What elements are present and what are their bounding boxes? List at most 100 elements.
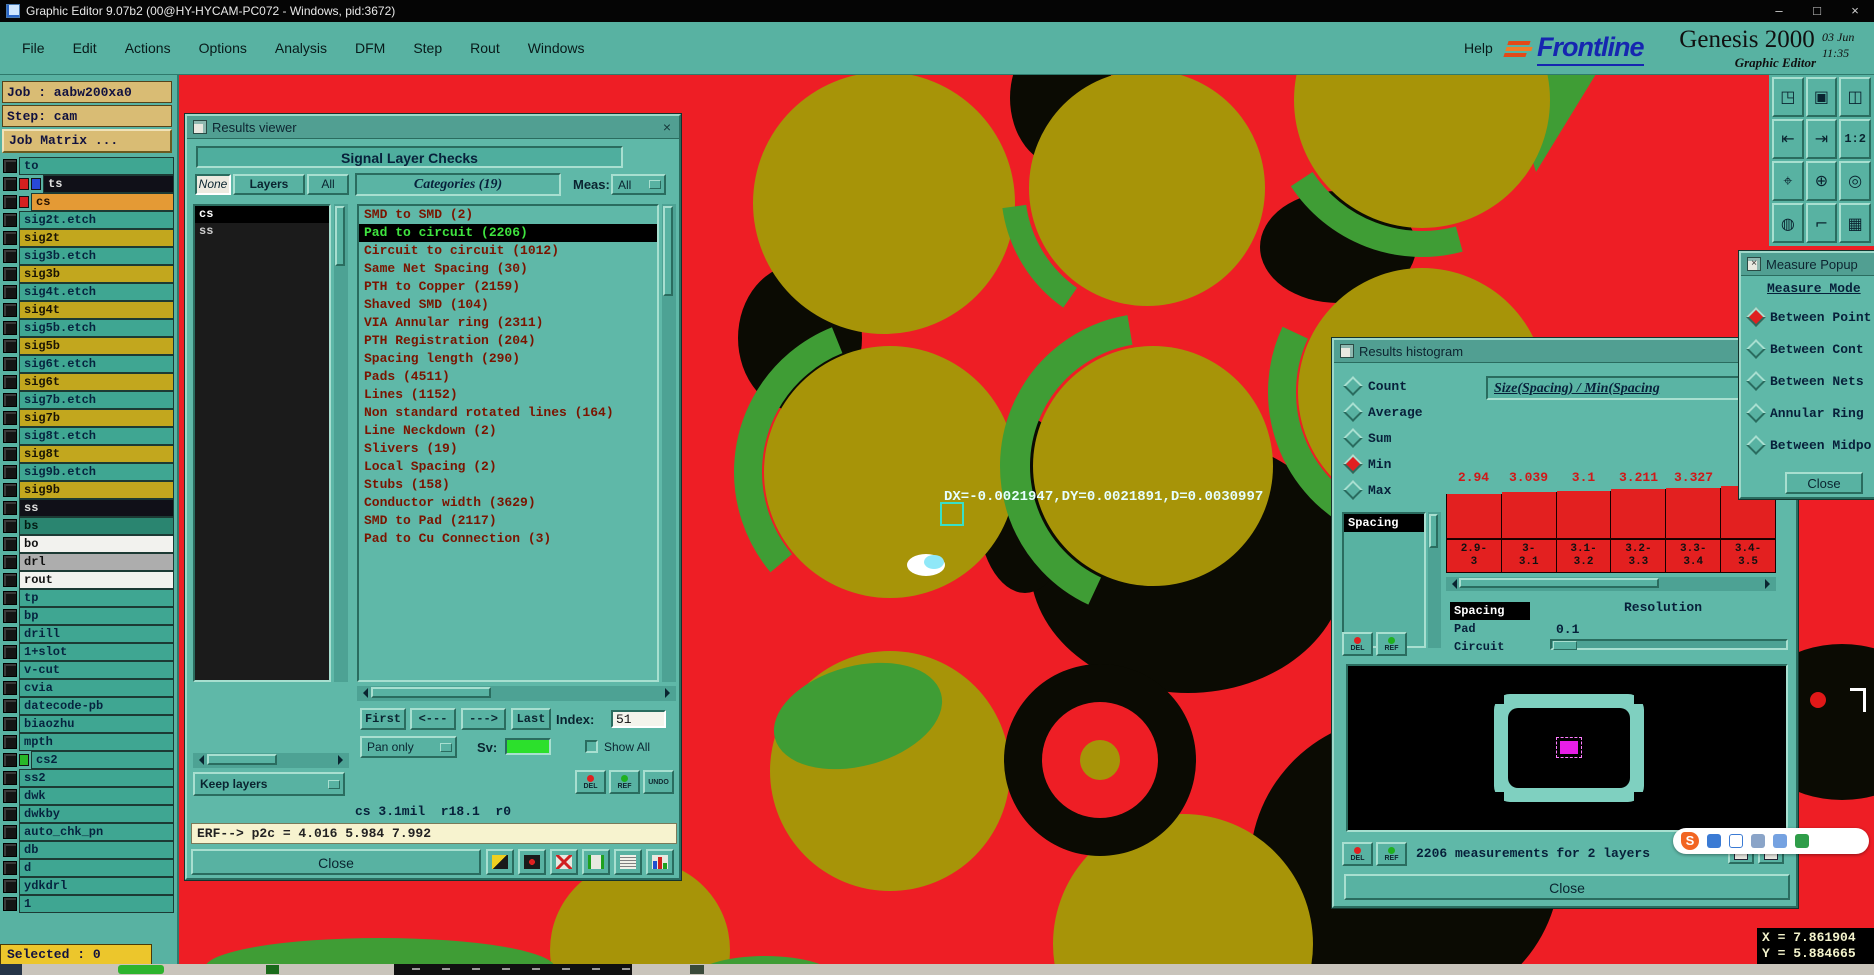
stat-option-max[interactable]: Max (1343, 480, 1391, 500)
layer-checkbox-icon[interactable] (3, 393, 17, 407)
viewer-layer-item[interactable]: ss (195, 223, 329, 240)
center-view-icon[interactable]: ⌖ (1772, 160, 1804, 202)
step-label[interactable]: Step: cam (2, 105, 172, 127)
category-item[interactable]: SMD to Pad (2117) (359, 512, 657, 530)
layer-row[interactable]: 1+slot (0, 643, 177, 661)
measure-type-item[interactable]: Spacing (1450, 602, 1530, 620)
layer-row[interactable]: 1 (0, 895, 177, 913)
layer-row[interactable]: ydkdrl (0, 877, 177, 895)
menu-actions[interactable]: Actions (111, 22, 185, 74)
layer-row[interactable]: datecode-pb (0, 697, 177, 715)
layer-row[interactable]: sig5b (0, 337, 177, 355)
menu-step[interactable]: Step (399, 22, 456, 74)
layer-checkbox-icon[interactable] (3, 159, 17, 173)
histogram-ref-button[interactable]: REF (1376, 632, 1407, 656)
category-item[interactable]: Conductor width (3629) (359, 494, 657, 512)
layer-row[interactable]: sig6t (0, 373, 177, 391)
histogram-del-button[interactable]: DEL (1342, 842, 1373, 866)
job-matrix-button[interactable]: Job Matrix ... (2, 129, 172, 153)
highlight-result-button[interactable] (518, 849, 546, 875)
taskbar[interactable] (0, 964, 1874, 975)
color-grid-icon[interactable]: ▦ (1839, 203, 1871, 243)
layer-row[interactable]: sig7b.etch (0, 391, 177, 409)
menu-file[interactable]: File (8, 22, 59, 74)
keep-layers-dropdown[interactable]: Keep layers (193, 772, 345, 796)
filter-all-button[interactable]: All (307, 174, 349, 195)
layer-checkbox-icon[interactable] (3, 699, 17, 713)
layer-checkbox-icon[interactable] (3, 807, 17, 821)
close-button[interactable]: × (1836, 0, 1874, 22)
display-mode-icon[interactable]: ◍ (1772, 203, 1804, 243)
measure-type-item[interactable]: Circuit (1450, 638, 1530, 656)
category-item[interactable]: PTH Registration (204) (359, 332, 657, 350)
split-view-icon[interactable]: ◫ (1839, 77, 1871, 117)
fit-window-icon[interactable]: ◳ (1772, 77, 1804, 117)
category-item[interactable]: Spacing length (290) (359, 350, 657, 368)
layer-row[interactable]: db (0, 841, 177, 859)
histogram-button[interactable] (646, 849, 674, 875)
category-scrollbar[interactable] (662, 204, 676, 682)
layer-row[interactable]: ts (0, 175, 177, 193)
pan-right-icon[interactable]: ⇥ (1805, 118, 1838, 159)
measure-mode-option[interactable]: Between Midpo (1746, 435, 1871, 455)
category-item[interactable]: Pads (4511) (359, 368, 657, 386)
layer-checkbox-icon[interactable] (3, 609, 17, 623)
layer-row[interactable]: sig8t (0, 445, 177, 463)
menu-analysis[interactable]: Analysis (261, 22, 341, 74)
slider-thumb[interactable] (1553, 641, 1577, 650)
layer-checkbox-icon[interactable] (3, 519, 17, 533)
menu-dfm[interactable]: DFM (341, 22, 399, 74)
measure-popup-titlebar[interactable]: × Measure Popup (1741, 253, 1874, 276)
category-item[interactable]: Same Net Spacing (30) (359, 260, 657, 278)
stat-option-count[interactable]: Count (1343, 376, 1407, 396)
screen-icon[interactable]: ▣ (1805, 77, 1838, 117)
category-item[interactable]: Slivers (19) (359, 440, 657, 458)
category-item[interactable]: SMD to SMD (2) (359, 206, 657, 224)
prev-button[interactable]: <--- (410, 708, 456, 730)
key-icon[interactable]: ⌐ (1805, 203, 1838, 243)
measure-mode-option[interactable]: Annular Ring (1746, 403, 1864, 423)
layer-row[interactable]: cvia (0, 679, 177, 697)
layer-checkbox-icon[interactable] (3, 357, 17, 371)
next-button[interactable]: ---> (461, 708, 506, 730)
layer-row[interactable]: rout (0, 571, 177, 589)
job-label[interactable]: Job : aabw200xa0 (2, 81, 172, 103)
layer-checkbox-icon[interactable] (3, 717, 17, 731)
layer-row[interactable]: sig5b.etch (0, 319, 177, 337)
measure-mode-option[interactable]: Between Point (1746, 307, 1871, 327)
category-item[interactable]: Pad to circuit (2206) (359, 224, 657, 242)
zoom-in-icon[interactable]: ⊕ (1805, 160, 1838, 202)
ime-language-icon[interactable] (1707, 834, 1721, 848)
viewer-ref-button[interactable]: REF (609, 770, 640, 794)
category-item[interactable]: Non standard rotated lines (164) (359, 404, 657, 422)
category-item[interactable]: Pad to Cu Connection (3) (359, 530, 657, 548)
popup-close-box-icon[interactable]: × (1747, 257, 1761, 271)
stat-option-sum[interactable]: Sum (1343, 428, 1391, 448)
series-item[interactable]: Spacing (1344, 514, 1424, 532)
resolution-slider[interactable] (1550, 639, 1788, 650)
category-item[interactable]: Lines (1152) (359, 386, 657, 404)
first-button[interactable]: First (360, 708, 406, 730)
layer-checkbox-icon[interactable] (3, 591, 17, 605)
layer-checkbox-icon[interactable] (3, 177, 17, 191)
histogram-del-button[interactable]: DEL (1342, 632, 1373, 656)
layer-checkbox-icon[interactable] (3, 771, 17, 785)
series-scrollbar[interactable] (1428, 512, 1441, 648)
minimize-button[interactable]: – (1760, 0, 1798, 22)
menu-windows[interactable]: Windows (514, 22, 599, 74)
meas-dropdown[interactable]: All (611, 174, 666, 195)
layer-row[interactable]: bs (0, 517, 177, 535)
category-item[interactable]: Local Spacing (2) (359, 458, 657, 476)
layer-checkbox-icon[interactable] (3, 879, 17, 893)
layer-checkbox-icon[interactable] (3, 825, 17, 839)
layer-checkbox-icon[interactable] (3, 447, 17, 461)
layer-hscrollbar[interactable] (193, 753, 349, 768)
layer-row[interactable]: bo (0, 535, 177, 553)
layer-row[interactable]: sig3b (0, 265, 177, 283)
measure-mode-option[interactable]: Between Nets (1746, 371, 1864, 391)
show-all-checkbox[interactable] (585, 740, 598, 753)
layer-checkbox-icon[interactable] (3, 231, 17, 245)
menu-rout[interactable]: Rout (456, 22, 514, 74)
measure-mode-option[interactable]: Between Cont (1746, 339, 1864, 359)
sv-color-swatch[interactable] (505, 738, 551, 755)
